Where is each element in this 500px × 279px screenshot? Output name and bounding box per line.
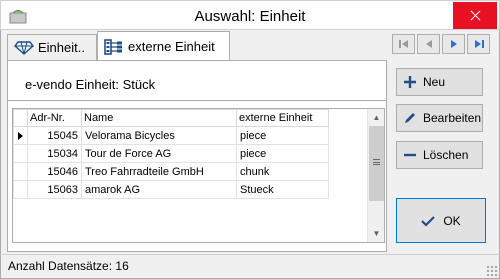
pencil-icon xyxy=(405,113,415,123)
edit-button-label: Bearbeiten xyxy=(423,111,482,125)
diamond-icon xyxy=(14,40,34,55)
cell-adr[interactable]: 15045 xyxy=(27,126,82,145)
cell-name[interactable]: Treo Fahrradteile GmbH xyxy=(81,162,237,181)
column-header-adr[interactable]: Adr-Nr. xyxy=(27,109,82,127)
next-icon xyxy=(450,40,457,48)
close-button[interactable] xyxy=(453,2,497,29)
evendo-unit-label: e-vendo Einheit: xyxy=(25,77,119,92)
cell-name[interactable]: Tour de Force AG xyxy=(81,144,237,163)
grid-header: Adr-Nr. Name externe Einheit xyxy=(13,109,329,127)
table-row[interactable]: 15063 amarok AG Stueck xyxy=(13,180,329,199)
record-count: Anzahl Datensätze: 16 xyxy=(8,259,129,273)
row-indicator xyxy=(13,162,28,181)
previous-icon xyxy=(425,40,432,48)
cell-ext[interactable]: Stueck xyxy=(236,180,329,199)
prev-record-button[interactable] xyxy=(417,34,440,54)
current-row-arrow-icon xyxy=(18,132,23,140)
row-indicator xyxy=(13,126,28,145)
ok-button-label: OK xyxy=(443,213,461,228)
last-record-button[interactable] xyxy=(467,34,490,54)
scroll-thumb[interactable] xyxy=(369,126,384,201)
last-icon xyxy=(474,40,484,48)
grip-icon xyxy=(373,159,380,165)
cell-ext[interactable]: piece xyxy=(236,126,329,145)
grid-table: Adr-Nr. Name externe Einheit 15045 Velor… xyxy=(13,109,329,199)
cell-adr[interactable]: 15063 xyxy=(27,180,82,199)
data-grid[interactable]: Adr-Nr. Name externe Einheit 15045 Velor… xyxy=(12,108,385,243)
scroll-up-icon[interactable]: ▲ xyxy=(368,109,384,126)
delete-button[interactable]: Löschen xyxy=(396,141,483,169)
first-icon xyxy=(398,40,408,48)
header-indicator xyxy=(13,109,28,127)
panel-divider xyxy=(7,100,387,101)
tab-einheit[interactable]: Einheit.. xyxy=(7,34,97,60)
title-bar: Auswahl: Einheit xyxy=(0,0,500,30)
new-button[interactable]: Neu xyxy=(396,68,483,96)
vertical-scrollbar[interactable]: ▲ ▼ xyxy=(367,109,384,242)
row-indicator xyxy=(13,180,28,199)
next-record-button[interactable] xyxy=(442,34,465,54)
evendo-unit-line: e-vendo Einheit: Stück xyxy=(25,77,155,92)
column-header-name[interactable]: Name xyxy=(81,109,237,127)
tab-externe-einheit[interactable]: externe Einheit xyxy=(97,31,230,61)
checkmark-icon xyxy=(421,215,436,227)
cell-adr[interactable]: 15034 xyxy=(27,144,82,163)
cell-ext[interactable]: piece xyxy=(236,144,329,163)
cell-ext[interactable]: chunk xyxy=(236,162,329,181)
cell-adr[interactable]: 15046 xyxy=(27,162,82,181)
minus-icon xyxy=(404,153,416,157)
tab-externe-einheit-label: externe Einheit xyxy=(128,39,215,54)
hierarchy-icon xyxy=(104,38,122,55)
edit-button[interactable]: Bearbeiten xyxy=(396,104,483,132)
table-row[interactable]: 15034 Tour de Force AG piece xyxy=(13,144,329,163)
plus-icon xyxy=(404,76,416,88)
cell-name[interactable]: Velorama Bicycles xyxy=(81,126,237,145)
column-header-ext[interactable]: externe Einheit xyxy=(236,109,329,127)
status-bar: Anzahl Datensätze: 16 xyxy=(0,254,500,279)
tab-einheit-label: Einheit.. xyxy=(38,40,85,55)
row-indicator xyxy=(13,144,28,163)
new-button-label: Neu xyxy=(423,75,446,89)
delete-button-label: Löschen xyxy=(423,148,469,162)
ok-button[interactable]: OK xyxy=(396,198,486,243)
evendo-unit-value: Stück xyxy=(122,77,156,92)
scroll-down-icon[interactable]: ▼ xyxy=(368,225,384,242)
cell-name[interactable]: amarok AG xyxy=(81,180,237,199)
resize-grip-icon[interactable] xyxy=(486,265,497,276)
table-row[interactable]: 15045 Velorama Bicycles piece xyxy=(13,126,329,145)
table-row[interactable]: 15046 Treo Fahrradteile GmbH chunk xyxy=(13,162,329,181)
first-record-button[interactable] xyxy=(392,34,415,54)
window-title: Auswahl: Einheit xyxy=(194,8,306,25)
